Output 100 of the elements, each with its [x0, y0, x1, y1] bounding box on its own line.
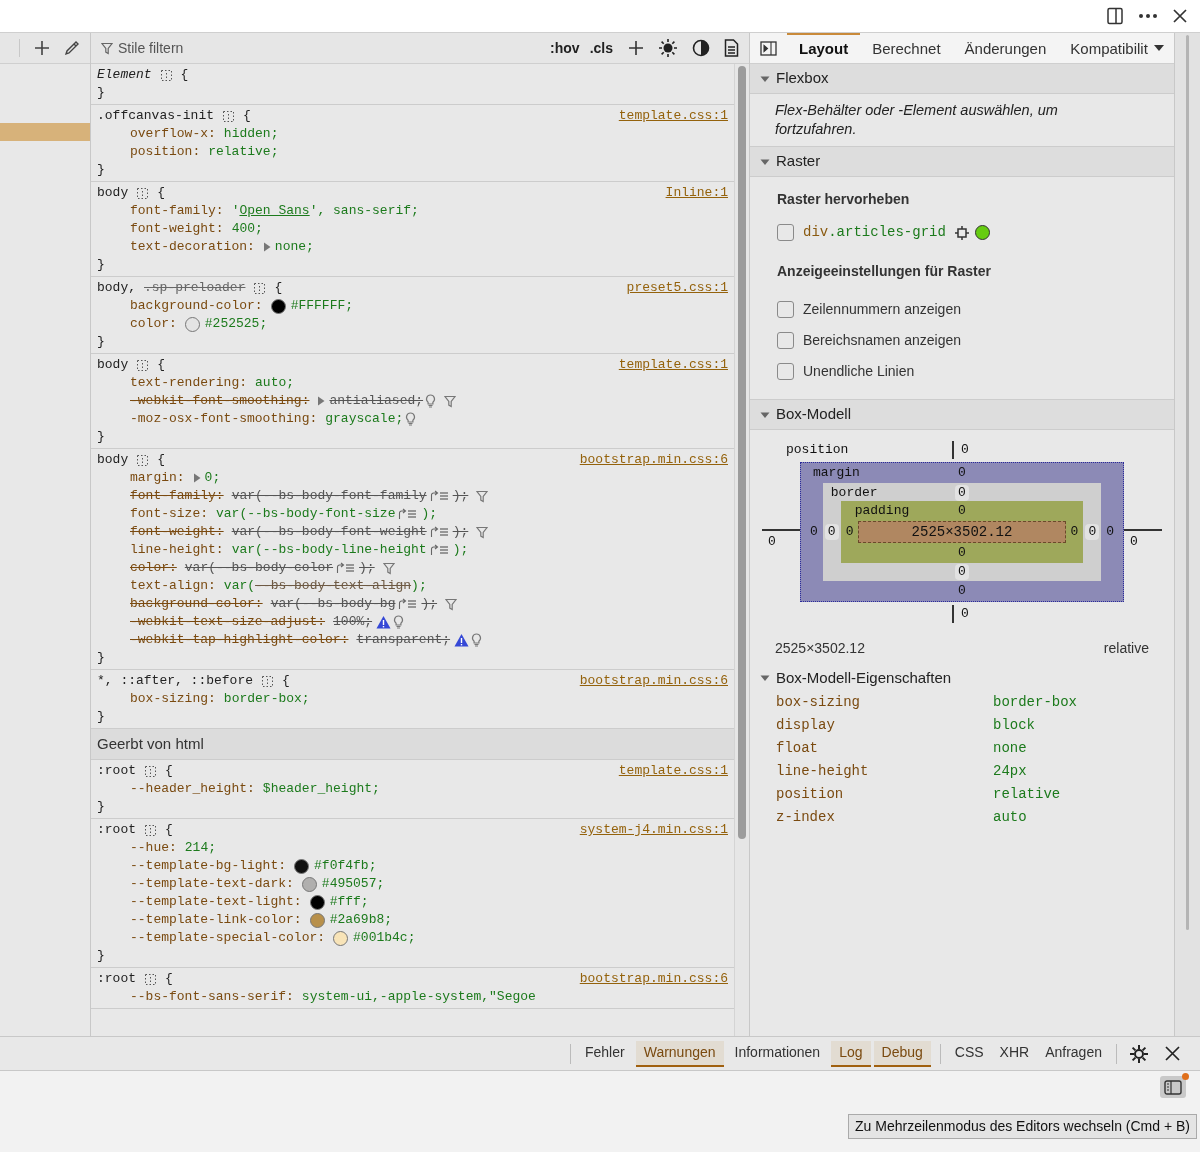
dotted-square-icon[interactable]: [160, 69, 172, 81]
scrollbar-thumb[interactable]: [1186, 35, 1189, 930]
box-model-value[interactable]: 0: [842, 524, 857, 540]
css-value[interactable]: #001b4c;: [353, 929, 416, 947]
css-value[interactable]: hidden;: [223, 125, 279, 143]
box-model-value[interactable]: 0: [824, 524, 839, 540]
property-value[interactable]: border-box: [993, 692, 1077, 713]
filter-icon[interactable]: [476, 525, 489, 539]
pseudo-class-toggle[interactable]: .cls: [586, 37, 616, 59]
contrast-icon[interactable]: [692, 39, 710, 57]
css-property[interactable]: color:: [130, 315, 177, 333]
add-icon[interactable]: [628, 40, 644, 56]
css-property[interactable]: -webkit-tap-highlight-color:: [130, 631, 349, 649]
box-model-value[interactable]: 0: [1067, 524, 1082, 540]
expand-triangle-icon[interactable]: [262, 242, 271, 252]
css-value[interactable]: --bs-body-text-align: [255, 577, 412, 595]
property-value[interactable]: block: [993, 715, 1035, 736]
section-title[interactable]: Flexbox: [776, 67, 829, 90]
css-value[interactable]: border-box;: [223, 690, 310, 708]
css-property[interactable]: -moz-osx-font-smoothing:: [130, 410, 318, 428]
css-property[interactable]: background-color:: [130, 297, 263, 315]
css-property[interactable]: --template-bg-light:: [130, 857, 287, 875]
css-property[interactable]: --template-special-color:: [130, 929, 326, 947]
css-value[interactable]: #FFFFFF;: [290, 297, 354, 315]
lightbulb-icon[interactable]: [393, 615, 405, 629]
box-model-value[interactable]: 0: [955, 564, 969, 580]
css-property[interactable]: position:: [130, 143, 201, 161]
css-property[interactable]: font-weight:: [130, 220, 224, 238]
css-property[interactable]: text-decoration:: [130, 238, 255, 256]
css-value[interactable]: relative;: [208, 143, 279, 161]
filter-styles-field[interactable]: Stile filtern: [118, 37, 548, 59]
box-model-value[interactable]: 0: [1127, 533, 1141, 550]
dotted-square-icon[interactable]: [223, 110, 235, 122]
filter-toggle[interactable]: Log: [831, 1040, 871, 1067]
sidebar-tab[interactable]: Änderungen: [952, 33, 1059, 63]
css-value[interactable]: );: [452, 487, 469, 505]
css-property[interactable]: --template-link-color:: [130, 911, 302, 929]
dotted-square-icon[interactable]: [137, 454, 149, 466]
filter-icon[interactable]: [476, 489, 489, 503]
css-property[interactable]: line-height:: [130, 541, 224, 559]
css-value[interactable]: );: [421, 505, 438, 523]
box-model-value[interactable]: 0: [955, 484, 969, 501]
document-icon[interactable]: [724, 39, 739, 57]
css-value[interactable]: system-ui,-apple-system,"Segoe: [301, 988, 536, 1006]
box-model-value[interactable]: 0: [765, 533, 779, 550]
filter-toggle[interactable]: Fehler: [577, 1040, 633, 1067]
css-value[interactable]: var(: [223, 577, 256, 595]
css-value[interactable]: 214;: [184, 839, 217, 857]
color-swatch[interactable]: [270, 298, 286, 314]
jump-to-definition-icon[interactable]: [336, 562, 357, 574]
css-value[interactable]: var(--bs-body-font-size: [216, 505, 396, 523]
filter-toggle[interactable]: Informationen: [726, 1040, 829, 1067]
dotted-square-icon[interactable]: [145, 824, 156, 836]
css-value[interactable]: );: [411, 577, 427, 595]
color-swatch[interactable]: [294, 858, 310, 874]
filter-toggle[interactable]: Warnungen: [635, 1040, 724, 1067]
filter-icon[interactable]: [445, 597, 458, 611]
css-value[interactable]: #2a69b8;: [329, 911, 393, 929]
checkbox[interactable]: [777, 363, 794, 380]
close-icon[interactable]: [1172, 8, 1188, 24]
box-model-value[interactable]: 0: [958, 442, 972, 458]
css-value[interactable]: none;: [274, 238, 314, 256]
expand-triangle-icon[interactable]: [192, 473, 201, 483]
css-value[interactable]: var(--bs-body-font-weight: [231, 523, 427, 541]
color-swatch[interactable]: [333, 930, 349, 946]
css-property[interactable]: text-rendering:: [130, 374, 248, 392]
source-link[interactable]: bootstrap.min.css:6: [579, 970, 728, 988]
css-value[interactable]: );: [452, 541, 469, 559]
crosshair-icon[interactable]: [954, 225, 969, 240]
box-model-value[interactable]: 0: [955, 503, 969, 519]
jump-to-definition-icon[interactable]: [398, 598, 419, 610]
section-title[interactable]: Box-Modell: [776, 403, 852, 426]
jump-to-definition-icon[interactable]: [429, 490, 450, 502]
filter-toggle[interactable]: Debug: [873, 1040, 931, 1067]
css-property[interactable]: -webkit-text-size-adjust:: [130, 613, 326, 631]
color-swatch[interactable]: [309, 894, 325, 910]
filter-icon[interactable]: [382, 561, 395, 575]
css-value[interactable]: var(--bs-body-font-family: [231, 487, 427, 505]
property-value[interactable]: relative: [993, 784, 1061, 805]
filter-toggle[interactable]: XHR: [991, 1040, 1038, 1067]
property-value[interactable]: auto: [993, 807, 1027, 828]
warning-icon[interactable]: [454, 633, 470, 647]
sun-icon[interactable]: [658, 38, 678, 58]
css-value[interactable]: #f0f4fb;: [314, 857, 377, 875]
css-value[interactable]: var(--bs-body-color: [184, 559, 334, 577]
css-property[interactable]: margin:: [130, 469, 185, 487]
css-value[interactable]: );: [421, 595, 438, 613]
css-property[interactable]: font-family:: [130, 202, 224, 220]
css-value[interactable]: $header_height;: [262, 780, 380, 798]
sidebar-tab[interactable]: Kompatibilit: [1058, 33, 1160, 63]
source-link[interactable]: preset5.css:1: [626, 279, 728, 297]
box-model-value[interactable]: 0: [955, 583, 969, 599]
filter-icon[interactable]: [444, 394, 457, 408]
more-options-icon[interactable]: [1138, 13, 1158, 19]
filter-toggle[interactable]: CSS: [946, 1040, 992, 1067]
jump-to-definition-icon[interactable]: [429, 526, 450, 538]
color-swatch[interactable]: [309, 912, 325, 928]
checkbox-label[interactable]: Zeilennummern anzeigen: [803, 299, 961, 320]
css-property[interactable]: background-color:: [130, 595, 263, 613]
lightbulb-icon[interactable]: [471, 633, 483, 647]
